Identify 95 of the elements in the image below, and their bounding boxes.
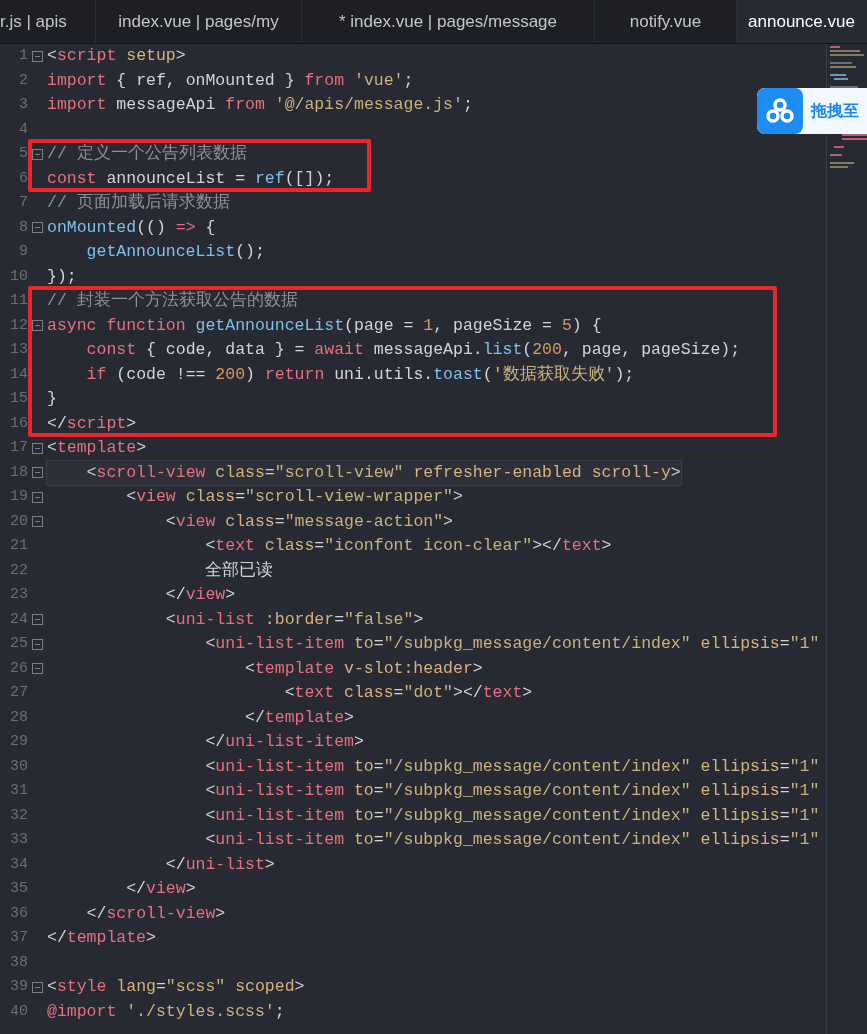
fold-icon[interactable]: [32, 467, 43, 479]
code-line: onMounted(() => {: [47, 216, 216, 239]
fold-icon[interactable]: [32, 148, 43, 160]
line-number: 33: [9, 830, 28, 850]
code-line: async function getAnnounceList(page = 1, pageSize = 5) {: [47, 314, 602, 337]
line-number: 19: [9, 487, 28, 507]
line-number: 2: [18, 70, 28, 91]
code-line: import messageApi from '@/apis/message.js';: [47, 94, 473, 116]
fold-icon[interactable]: [32, 320, 43, 332]
line-number: 26: [9, 658, 28, 679]
code-line: </script>: [47, 412, 137, 435]
line-number: 24: [9, 609, 28, 630]
line-number: 17: [9, 438, 28, 458]
code-line: <text class="iconfont icon-clear"></text>: [204, 535, 612, 557]
cloud-icon: [757, 88, 803, 134]
line-number: 14: [9, 364, 28, 385]
code-line: // 定义一个公告列表数据: [47, 142, 247, 165]
line-number: 39: [9, 977, 28, 997]
drop-label: 拖拽至: [811, 100, 859, 122]
fold-icon[interactable]: [32, 638, 43, 650]
fold-icon[interactable]: [32, 663, 43, 675]
code-line: </template>: [47, 927, 156, 949]
line-number: 3: [18, 95, 28, 115]
fold-icon[interactable]: [32, 981, 43, 993]
code-line: });: [47, 265, 77, 288]
line-number: 9: [18, 242, 28, 262]
code-line: // 页面加载后请求数据: [47, 192, 230, 214]
line-number: 6: [18, 168, 28, 189]
line-number: 18: [9, 462, 28, 483]
code-line: // 封装一个方法获取公告的数据: [47, 290, 298, 312]
code-line: const announceList = ref([]);: [47, 167, 335, 190]
fold-icon[interactable]: [32, 491, 43, 503]
fold-icon[interactable]: [32, 442, 43, 454]
code-line: <uni-list-item to="/subpkg_message/content/index" ellipsis="1": [204, 829, 820, 851]
line-number: 1: [18, 46, 28, 66]
code-line: getAnnounceList();: [85, 241, 265, 263]
line-number: 36: [9, 903, 28, 924]
fold-icon[interactable]: [32, 614, 43, 626]
line-number: 15: [9, 389, 28, 409]
line-number: 13: [9, 340, 28, 360]
line-number: 5: [18, 144, 28, 164]
code-line: 全部已读: [204, 559, 274, 582]
code-line: import { ref, onMounted } from 'vue';: [47, 69, 414, 92]
code-line: </scroll-view>: [85, 902, 226, 925]
code-line: const { code, data } = await messageApi.list(200, page, pageSize);: [85, 339, 741, 361]
line-number: 37: [9, 928, 28, 948]
line-number: 27: [9, 683, 28, 703]
fold-icon[interactable]: [32, 516, 43, 528]
code-line: <script setup>: [47, 45, 186, 67]
code-line: <uni-list :border="false">: [164, 608, 424, 631]
code-line: </uni-list-item>: [204, 731, 364, 753]
line-number: 23: [9, 585, 28, 605]
editor-tab[interactable]: announce.vue: [737, 0, 867, 43]
line-number: 4: [18, 119, 28, 140]
code-line: <style lang="scss" scoped>: [47, 976, 305, 998]
line-number: 31: [9, 781, 28, 801]
editor-tab[interactable]: * index.vue | pages/message: [302, 0, 595, 43]
line-number: 40: [9, 1001, 28, 1022]
code-line: <view class="message-action">: [164, 510, 453, 533]
code-line: <template>: [47, 437, 147, 459]
code-line: if (code !== 200) return uni.utils.toast('数据获取失败');: [85, 363, 635, 386]
line-number: 7: [18, 193, 28, 213]
line-number: 38: [9, 952, 28, 973]
code-line: <uni-list-item to="/subpkg_message/content/index" ellipsis="1": [204, 755, 820, 778]
code-line: <template v-slot:header>: [244, 657, 483, 680]
line-number: 8: [18, 217, 28, 238]
line-number: 16: [9, 413, 28, 434]
code-line: </uni-list>: [164, 853, 275, 876]
line-number: 25: [9, 634, 28, 654]
code-line: </view>: [125, 878, 196, 900]
editor-tab[interactable]: index.vue | pages/my: [96, 0, 302, 43]
fold-icon[interactable]: [32, 222, 43, 234]
line-number: 22: [9, 560, 28, 581]
line-number: 28: [9, 707, 28, 728]
fold-icon[interactable]: [32, 50, 43, 62]
code-line: <uni-list-item to="/subpkg_message/content/index" ellipsis="1": [204, 804, 820, 827]
editor-tab[interactable]: r.js | apis: [0, 0, 96, 43]
code-line: <view class="scroll-view-wrapper">: [125, 486, 463, 508]
line-number: 11: [9, 291, 28, 311]
code-line: }: [47, 388, 57, 410]
line-number: 30: [9, 756, 28, 777]
code-line: <uni-list-item to="/subpkg_message/content/index" ellipsis="1": [204, 633, 820, 655]
line-number: 35: [9, 879, 28, 899]
line-number: 12: [9, 315, 28, 336]
line-number: 34: [9, 854, 28, 875]
line-number: 21: [9, 536, 28, 556]
line-number: 20: [9, 511, 28, 532]
code-line: </view>: [164, 584, 236, 606]
line-number: 10: [9, 266, 28, 287]
code-line: @import './styles.scss';: [47, 1000, 285, 1023]
code-line: <text class="dot"></text>: [283, 682, 533, 704]
line-number: 32: [9, 805, 28, 826]
line-number: 29: [9, 732, 28, 752]
code-line: </template>: [244, 706, 354, 729]
code-line: <uni-list-item to="/subpkg_message/content/index" ellipsis="1": [204, 780, 820, 802]
